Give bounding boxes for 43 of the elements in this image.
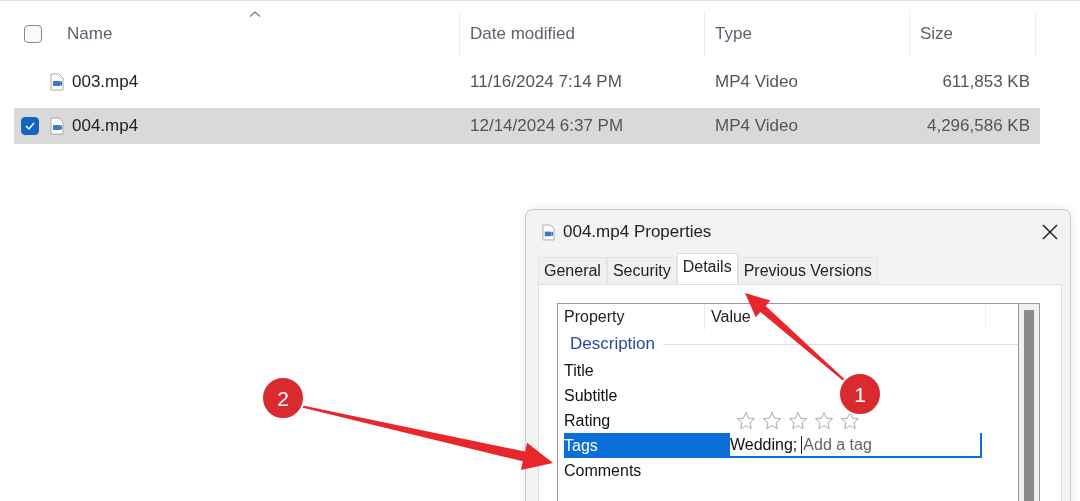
column-header[interactable]: Size	[910, 11, 1036, 56]
tags-input-field[interactable]: Wedding; Add a tag	[730, 433, 982, 458]
star-icon[interactable]	[788, 410, 808, 431]
type-cell-text: MP4 Video	[714, 116, 799, 136]
sort-caret-icon	[248, 11, 261, 17]
size-cell-text: 4,296,586 KB	[925, 116, 1031, 136]
file-name: 003.mp4	[72, 72, 139, 92]
file-row[interactable]: 003.mp4 11/16/2024 7:14 PM MP4 Video 611,853 KB	[14, 64, 1040, 100]
section-heading: Description	[570, 334, 656, 354]
file-row[interactable]: 004.mp4 12/14/2024 6:37 PM MP4 Video 4,296,586 KB	[14, 108, 1040, 144]
star-icon[interactable]	[814, 410, 834, 431]
scrollbar[interactable]	[1018, 303, 1040, 501]
video-file-icon	[542, 223, 555, 241]
callout-badge: 1	[838, 372, 882, 416]
size-cell-text: 611,853 KB	[941, 72, 1031, 92]
column-header[interactable]: Name	[50, 11, 460, 56]
row-checkbox[interactable]	[21, 117, 39, 135]
star-icon[interactable]	[736, 410, 756, 431]
date-cell-text: 11/16/2024 7:14 PM	[469, 72, 623, 92]
file-name: 004.mp4	[72, 116, 139, 136]
property-name[interactable]: Subtitle	[564, 383, 730, 408]
column-header[interactable]: Date modified	[460, 11, 705, 56]
close-icon[interactable]	[1042, 224, 1058, 240]
tab[interactable]: Previous Versions	[737, 257, 878, 284]
callout-badge: 2	[261, 376, 305, 420]
tab[interactable]: Security	[606, 257, 677, 284]
column-header[interactable]: Type	[705, 11, 910, 56]
property-name[interactable]: Rating	[564, 408, 730, 433]
dialog-title: 004.mp4 Properties	[563, 222, 713, 242]
property-name[interactable]: Tags	[564, 433, 730, 458]
star-icon[interactable]	[762, 410, 782, 431]
select-all-checkbox[interactable]	[24, 24, 42, 43]
video-file-icon	[50, 73, 64, 91]
column-header[interactable]: Property	[558, 304, 705, 330]
tab[interactable]: Details	[676, 253, 738, 284]
checkmark-icon	[24, 120, 36, 132]
date-cell-text: 12/14/2024 6:37 PM	[469, 116, 625, 136]
property-name[interactable]: Title	[564, 358, 730, 383]
type-cell-text: MP4 Video	[714, 72, 799, 92]
star-icon[interactable]	[840, 410, 860, 431]
video-file-icon	[50, 117, 64, 135]
property-name[interactable]: Comments	[564, 458, 730, 483]
tab[interactable]: General	[538, 257, 607, 284]
